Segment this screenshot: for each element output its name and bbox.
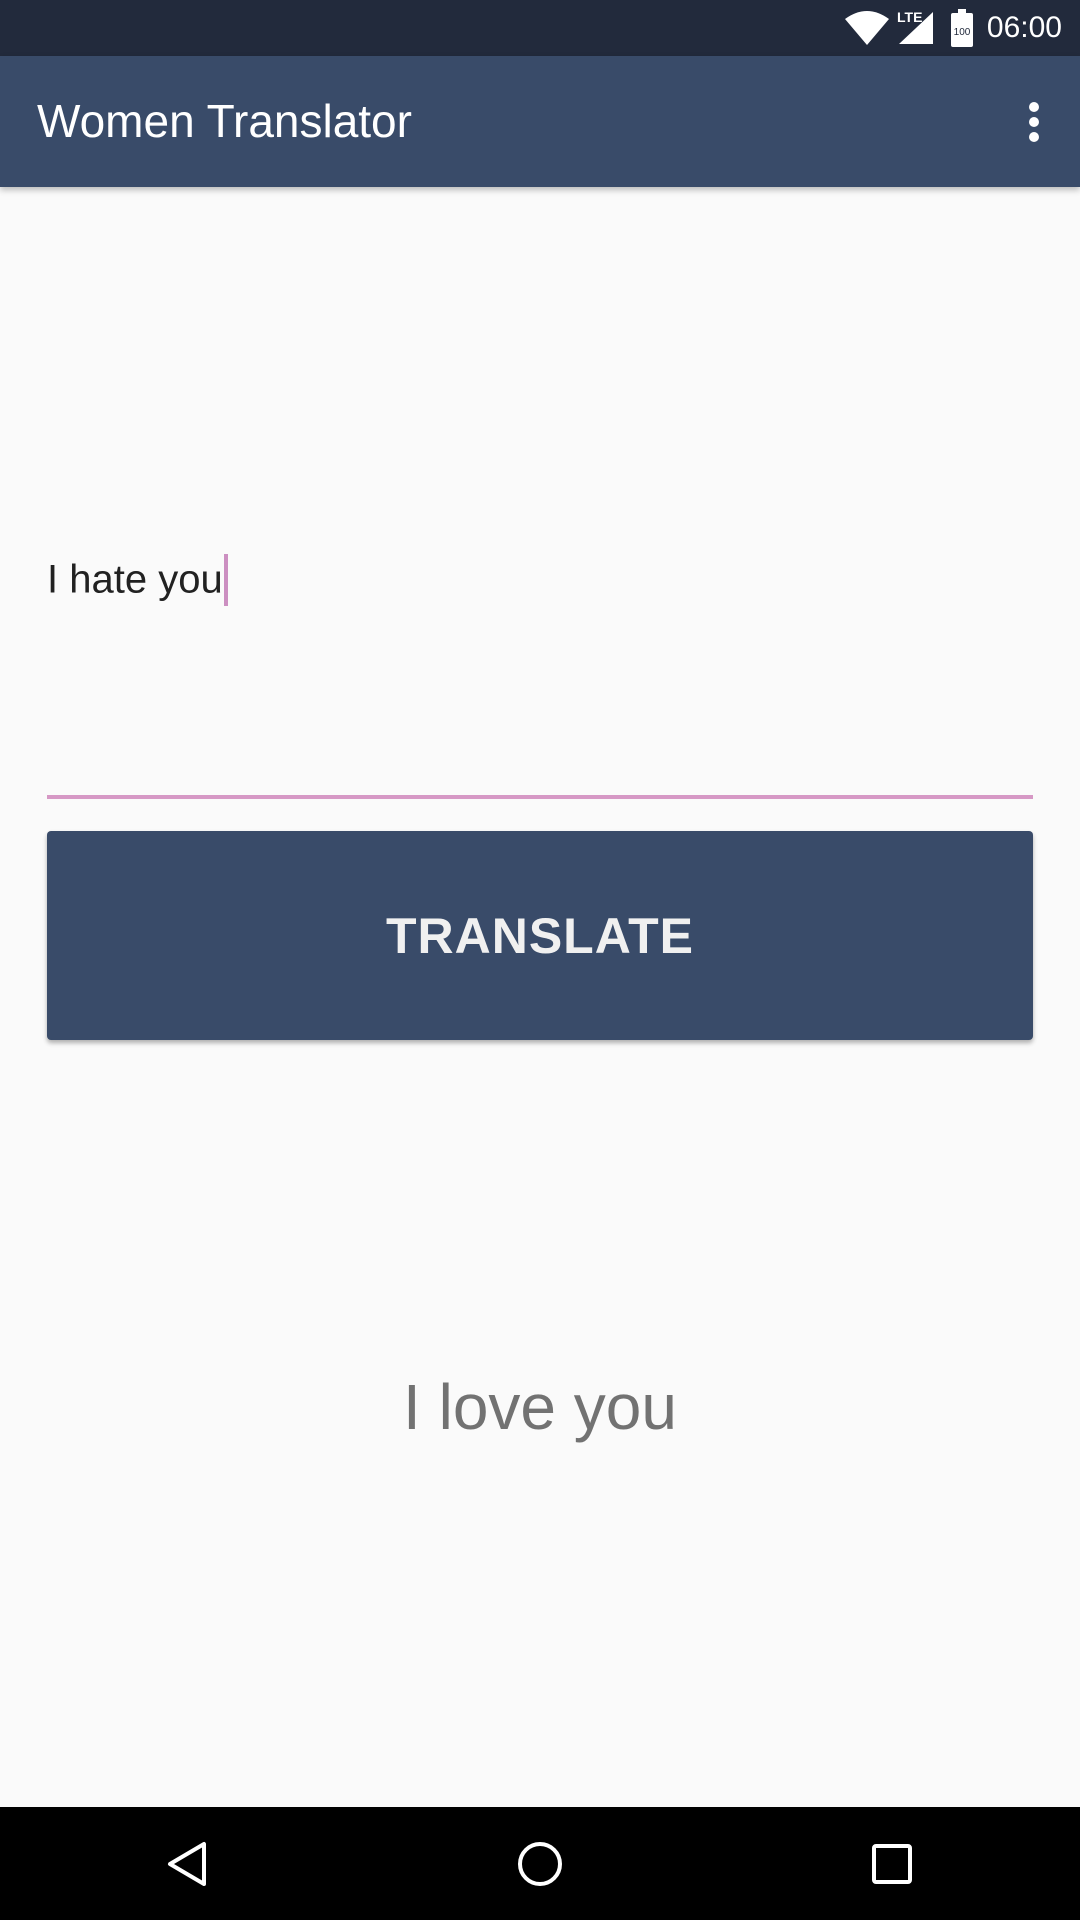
recents-button[interactable] [852,1824,932,1904]
input-value: I hate you [47,557,223,602]
signal-icon: LTE [895,8,935,48]
translate-button[interactable]: TRANSLATE [47,831,1033,1040]
text-cursor [223,554,228,606]
status-icons: LTE 100 06:00 [844,0,1062,56]
battery-icon: 100 [950,9,973,47]
network-type-label: LTE [897,9,922,25]
input-underline [47,795,1033,799]
back-button[interactable] [148,1824,228,1904]
recents-icon [872,1844,912,1884]
more-vert-icon [1029,102,1039,142]
back-icon [168,1842,206,1886]
navigation-bar [0,1807,1080,1920]
wifi-icon [844,11,889,45]
status-bar: LTE 100 06:00 [0,0,1080,56]
overflow-menu-button[interactable] [998,86,1070,158]
app-title: Women Translator [37,95,412,147]
translation-output: I love you [403,1371,677,1443]
input-text-line: I hate you [47,554,228,608]
translate-button-label: TRANSLATE [385,907,695,964]
home-button[interactable] [500,1824,580,1904]
status-time: 06:00 [986,11,1062,44]
battery-level-label: 100 [954,27,971,38]
app-bar: Women Translator [0,56,1080,187]
translation-input-field[interactable]: I hate you [47,540,1033,800]
home-icon [518,1842,562,1886]
